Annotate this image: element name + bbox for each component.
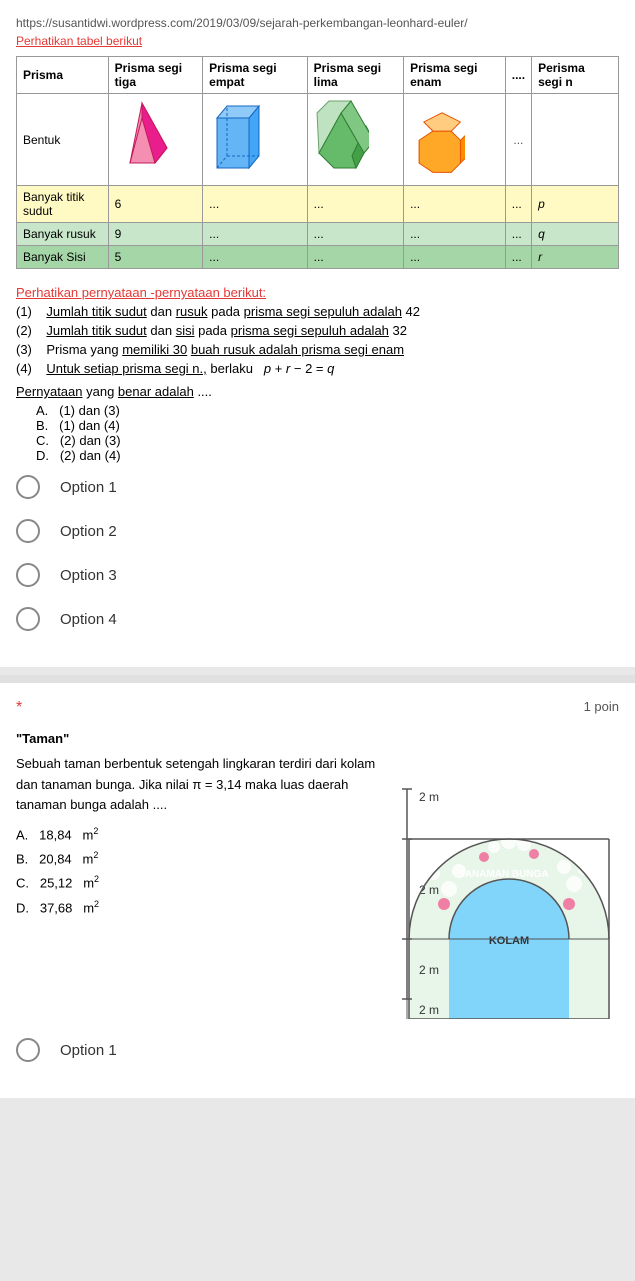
taman-title: "Taman"	[16, 729, 387, 750]
statement-3: (3) Prisma yang memiliki 30 buah rusuk a…	[16, 342, 619, 357]
option-3-radio[interactable]	[16, 563, 40, 587]
option-2-label: Option 2	[60, 523, 117, 540]
taman-answer-c: C. 25,12 m2	[16, 872, 387, 894]
statements-header: Perhatikan pernyataan -pernyataan beriku…	[16, 285, 619, 300]
col-header-segi6: Prisma segi enam	[404, 57, 506, 94]
statement-4: (4) Untuk setiap prisma segi n., berlaku…	[16, 361, 619, 376]
statement-2: (2) Jumlah titik sudut dan sisi pada pri…	[16, 323, 619, 338]
q2-option-1-label: Option 1	[60, 1042, 117, 1059]
sisi-5: ...	[307, 246, 403, 269]
dots-cell: ...	[505, 94, 531, 186]
shape-penta-prism	[307, 94, 403, 186]
col-header-dots: ....	[505, 57, 531, 94]
answer-c: C. (2) dan (3)	[36, 433, 619, 448]
q2-option-1-item[interactable]: Option 1	[16, 1038, 619, 1062]
statements-section: Perhatikan pernyataan -pernyataan beriku…	[16, 285, 619, 463]
question-header: * 1 poin	[16, 699, 619, 717]
option-1-item[interactable]: Option 1	[16, 475, 619, 499]
answer-b: B. (1) dan (4)	[36, 418, 619, 433]
titik-sudut-6: ...	[404, 186, 506, 223]
rusuk-n: q	[532, 223, 619, 246]
taman-section: "Taman" Sebuah taman berbentuk setengah …	[16, 729, 619, 1022]
rusuk-4: ...	[203, 223, 308, 246]
svg-text:2 m: 2 m	[419, 963, 439, 977]
rusuk-5: ...	[307, 223, 403, 246]
titik-sudut-n: p	[532, 186, 619, 223]
answer-d: D. (2) dan (4)	[36, 448, 619, 463]
svg-text:KOLAM: KOLAM	[489, 935, 529, 947]
sisi-3: 5	[108, 246, 202, 269]
option-1-label: Option 1	[60, 479, 117, 496]
pernyataan-text: Pernyataan yang benar adalah ....	[16, 384, 619, 399]
titik-sudut-label: Banyak titik sudut	[17, 186, 109, 223]
option-4-label: Option 4	[60, 611, 117, 628]
note-text: Perhatikan tabel berikut	[16, 34, 619, 48]
question2-options: Option 1	[16, 1038, 619, 1062]
svg-text:2 m: 2 m	[419, 790, 439, 804]
sisi-label: Banyak Sisi	[17, 246, 109, 269]
option-4-item[interactable]: Option 4	[16, 607, 619, 631]
rusuk-6: ...	[404, 223, 506, 246]
rusuk-3: 9	[108, 223, 202, 246]
shape-square-prism	[203, 94, 308, 186]
bentuk-label: Bentuk	[17, 94, 109, 186]
titik-sudut-5: ...	[307, 186, 403, 223]
option-3-item[interactable]: Option 3	[16, 563, 619, 587]
last-cell-bentuk	[532, 94, 619, 186]
q2-option-1-radio[interactable]	[16, 1038, 40, 1062]
col-header-segi3: Prisma segi tiga	[108, 57, 202, 94]
sisi-6: ...	[404, 246, 506, 269]
options-section: Option 1 Option 2 Option 3 Option 4	[16, 475, 619, 631]
points-text: 1 poin	[584, 699, 619, 714]
shape-triangle-prism	[108, 94, 202, 186]
option-4-radio[interactable]	[16, 607, 40, 631]
rusuk-dots: ...	[505, 223, 531, 246]
prisma-table: Prisma Prisma segi tiga Prisma segi empa…	[16, 56, 619, 269]
answer-a: A. (1) dan (3)	[36, 403, 619, 418]
url-text: https://susantidwi.wordpress.com/2019/03…	[16, 16, 619, 30]
sisi-4: ...	[203, 246, 308, 269]
taman-answer-d: D. 37,68 m2	[16, 897, 387, 919]
col-header-segi5: Prisma segi lima	[307, 57, 403, 94]
sisi-n: r	[532, 246, 619, 269]
question-2-card: * 1 poin "Taman" Sebuah taman berbentuk …	[0, 683, 635, 1098]
shape-hex-prism	[404, 94, 506, 186]
taman-answer-a: A. 18,84 m2	[16, 824, 387, 846]
svg-text:2 m: 2 m	[419, 1003, 439, 1017]
question-1-card: https://susantidwi.wordpress.com/2019/03…	[0, 0, 635, 667]
taman-description: Sebuah taman berbentuk setengah lingkara…	[16, 754, 387, 816]
taman-diagram: 2 m 2 m 2 m 2 m TANAMAN BUNGA KOLAM	[399, 729, 619, 1022]
section-divider	[0, 675, 635, 683]
rusuk-label: Banyak rusuk	[17, 223, 109, 246]
statement-1: (1) Jumlah titik sudut dan rusuk pada pr…	[16, 304, 619, 319]
option-3-label: Option 3	[60, 567, 117, 584]
titik-sudut-4: ...	[203, 186, 308, 223]
sisi-dots: ...	[505, 246, 531, 269]
col-header-segin: Perisma segi n	[532, 57, 619, 94]
col-header-prisma: Prisma	[17, 57, 109, 94]
taman-answer-b: B. 20,84 m2	[16, 848, 387, 870]
col-header-segi4: Prisma segi empat	[203, 57, 308, 94]
option-2-radio[interactable]	[16, 519, 40, 543]
required-asterisk: *	[16, 699, 22, 717]
taman-answers: A. 18,84 m2 B. 20,84 m2 C. 25,12 m2 D. 3…	[16, 824, 387, 919]
titik-sudut-3: 6	[108, 186, 202, 223]
option-1-radio[interactable]	[16, 475, 40, 499]
option-2-item[interactable]: Option 2	[16, 519, 619, 543]
titik-sudut-dots: ...	[505, 186, 531, 223]
answers-list: A. (1) dan (3) B. (1) dan (4) C. (2) dan…	[36, 403, 619, 463]
svg-text:TANAMAN BUNGA: TANAMAN BUNGA	[459, 869, 548, 880]
taman-text-block: "Taman" Sebuah taman berbentuk setengah …	[16, 729, 387, 1022]
